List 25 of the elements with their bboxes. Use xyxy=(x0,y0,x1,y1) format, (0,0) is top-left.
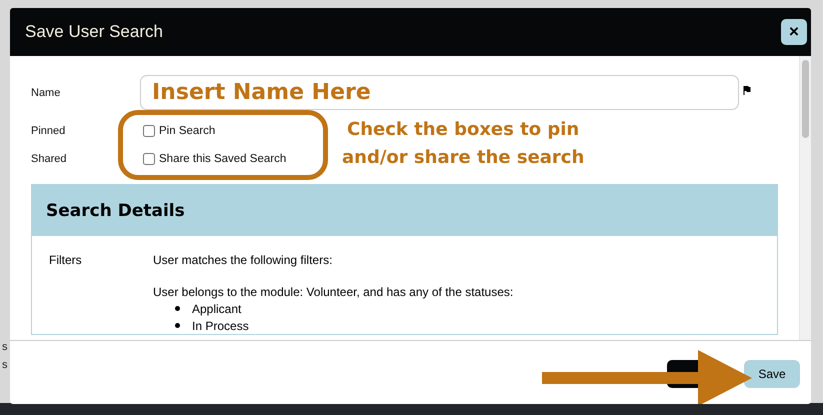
checkbox-option[interactable]: Pin Search xyxy=(143,125,216,137)
close-button[interactable]: × xyxy=(781,19,807,45)
save-button[interactable]: Save xyxy=(744,360,800,388)
checkbox-option[interactable]: Share this Saved Search xyxy=(143,153,286,165)
filter-text: User matches the following filters: xyxy=(153,253,334,267)
filter-text: User belongs to the module: Volunteer, and has any of the statuses: xyxy=(153,285,514,299)
bullet-icon xyxy=(175,323,180,328)
checkbox[interactable] xyxy=(143,125,155,137)
field-label: Pinned xyxy=(31,125,66,137)
name-field[interactable]: Insert Name Here xyxy=(140,75,739,110)
status-item: Applicant xyxy=(192,302,242,316)
bullet-icon xyxy=(175,306,180,311)
page-text: s xyxy=(2,358,8,373)
checkbox[interactable] xyxy=(143,153,155,165)
scrollbar[interactable] xyxy=(799,56,811,340)
annotation-text: Check the boxes to pin xyxy=(346,118,580,142)
flag-icon xyxy=(743,86,751,95)
field-label: Name xyxy=(31,86,62,98)
dialog-title: Save User Search xyxy=(25,22,163,42)
annotation-text: and/or share the search xyxy=(342,146,584,170)
field-label: Shared xyxy=(31,153,68,165)
status-item: In Process xyxy=(192,318,249,332)
panel-title: Search Details xyxy=(46,200,185,220)
field-label: Filters xyxy=(49,253,83,269)
page-text: s xyxy=(2,340,8,355)
